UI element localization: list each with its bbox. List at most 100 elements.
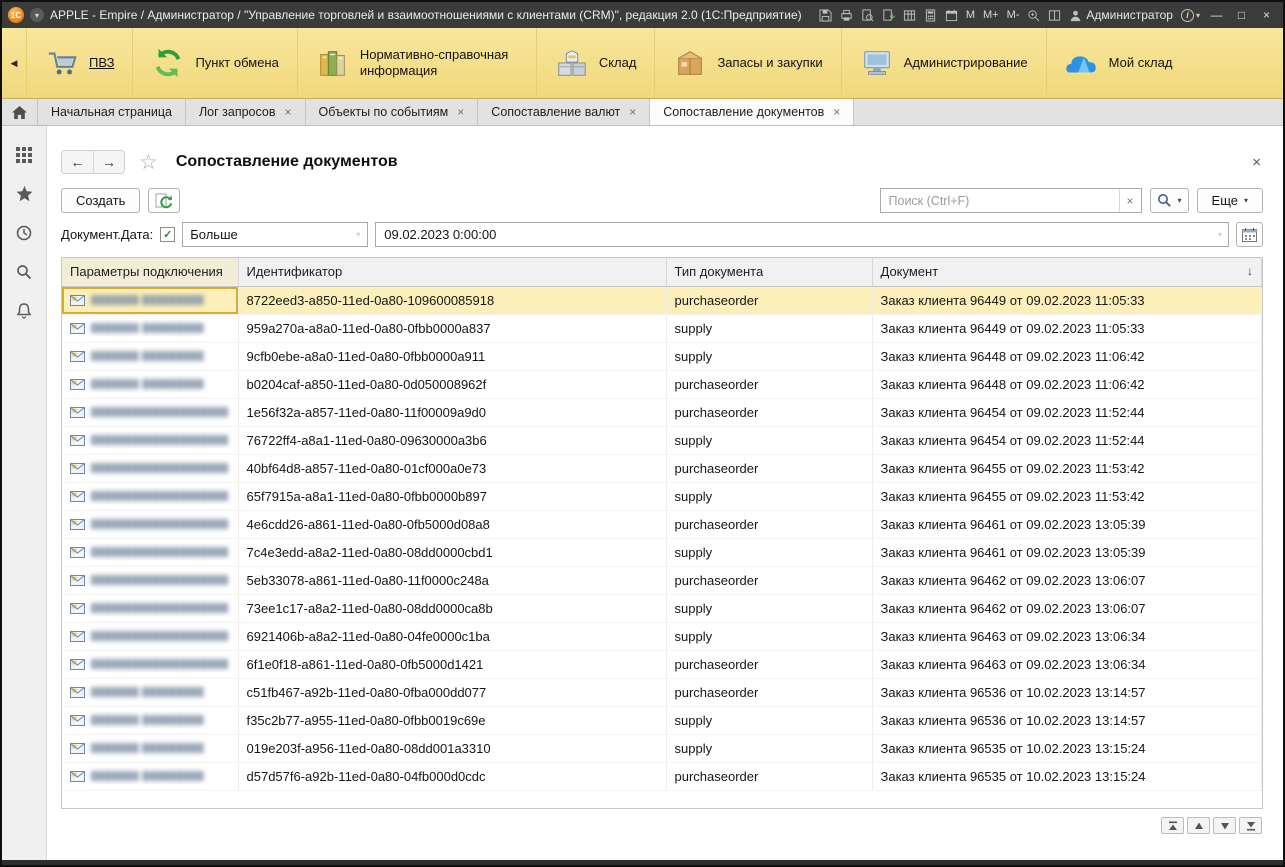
identifier-cell[interactable]: 019e203f-a956-11ed-0a80-08dd001a3310 [238,734,666,762]
tab-close-icon[interactable]: × [457,105,464,119]
identifier-cell[interactable]: 6f1e0f18-a861-11ed-0a80-0fb5000d1421 [238,650,666,678]
doc-type-cell[interactable]: supply [666,706,872,734]
section-reference-info[interactable]: Нормативно-справочная информация [297,28,536,98]
document-cell[interactable]: Заказ клиента 96535 от 10.02.2023 13:15:… [872,762,1262,790]
doc-type-cell[interactable]: purchaseorder [666,370,872,398]
connection-cell[interactable]: ████████████████████ [62,454,238,482]
identifier-cell[interactable]: d57d57f6-a92b-11ed-0a80-04fb000d0cdc [238,762,666,790]
connection-cell[interactable]: ████████████████████ [62,426,238,454]
doc-type-cell[interactable]: purchaseorder [666,678,872,706]
table-row[interactable]: ███████ █████████ 9cfb0ebe-a8a0-11ed-0a8… [62,342,1262,370]
table-row[interactable]: ████████████████████ 5eb33078-a861-11ed-… [62,566,1262,594]
table-row[interactable]: ████████████████████ 6921406b-a8a2-11ed-… [62,622,1262,650]
document-cell[interactable]: Заказ клиента 96455 от 09.02.2023 11:53:… [872,482,1262,510]
section-moysklad[interactable]: Мой склад [1046,28,1191,98]
doc-type-cell[interactable]: supply [666,482,872,510]
document-cell[interactable]: Заказ клиента 96448 от 09.02.2023 11:06:… [872,370,1262,398]
calculator-icon[interactable] [924,9,937,22]
document-cell[interactable]: Заказ клиента 96455 от 09.02.2023 11:53:… [872,454,1262,482]
table-row[interactable]: ███████ █████████ b0204caf-a850-11ed-0a8… [62,370,1262,398]
document-cell[interactable]: Заказ клиента 96448 от 09.02.2023 11:06:… [872,342,1262,370]
back-button[interactable]: ← [62,151,93,173]
document-cell[interactable]: Заказ клиента 96454 от 09.02.2023 11:52:… [872,426,1262,454]
connection-cell[interactable]: ███████ █████████ [62,734,238,762]
connection-cell[interactable]: ███████ █████████ [62,706,238,734]
connection-cell[interactable]: ███████ █████████ [62,762,238,790]
memory-mminus-button[interactable]: M- [1007,9,1020,21]
identifier-cell[interactable]: 76722ff4-a8a1-11ed-0a80-09630000a3b6 [238,426,666,454]
filter-checkbox[interactable]: ✓ [160,227,175,242]
minimize-button[interactable]: — [1208,8,1225,22]
column-header-identifier[interactable]: Идентификатор [238,258,666,286]
window-layout-icon[interactable] [1048,9,1061,22]
scroll-down-button[interactable] [1213,817,1236,834]
section-pvz[interactable]: ПВЗ [26,28,132,98]
date-dropdown-icon[interactable]: ▾ [1212,230,1228,239]
close-button[interactable]: × [1258,8,1275,22]
tab-start-page[interactable]: Начальная страница [38,99,186,125]
history-icon[interactable] [12,222,36,244]
date-field[interactable]: 09.02.2023 0:00:00 ▾ [375,222,1229,247]
connection-cell[interactable]: ███████ █████████ [62,342,238,370]
doc-type-cell[interactable]: purchaseorder [666,762,872,790]
document-cell[interactable]: Заказ клиента 96536 от 10.02.2023 13:14:… [872,706,1262,734]
connection-cell[interactable]: ████████████████████ [62,650,238,678]
doc-type-cell[interactable]: purchaseorder [666,650,872,678]
doc-type-cell[interactable]: purchaseorder [666,510,872,538]
document-cell[interactable]: Заказ клиента 96462 от 09.02.2023 13:06:… [872,566,1262,594]
identifier-cell[interactable]: b0204caf-a850-11ed-0a80-0d050008962f [238,370,666,398]
identifier-cell[interactable]: f35c2b77-a955-11ed-0a80-0fbb0019c69e [238,706,666,734]
table-row[interactable]: ███████ █████████ 019e203f-a956-11ed-0a8… [62,734,1262,762]
save-icon[interactable] [819,9,832,22]
export-icon[interactable] [882,9,895,22]
scroll-top-button[interactable] [1161,817,1184,834]
identifier-cell[interactable]: 1e56f32a-a857-11ed-0a80-11f00009a9d0 [238,398,666,426]
refresh-list-button[interactable] [148,188,180,213]
memory-m-button[interactable]: M [966,9,975,21]
document-cell[interactable]: Заказ клиента 96463 от 09.02.2023 13:06:… [872,650,1262,678]
section-exchange-point[interactable]: Пункт обмена [132,28,296,98]
connection-cell[interactable]: ███████ █████████ [62,370,238,398]
document-cell[interactable]: Заказ клиента 96449 от 09.02.2023 11:05:… [872,314,1262,342]
section-supplies-purchases[interactable]: Запасы и закупки [654,28,840,98]
doc-type-cell[interactable]: purchaseorder [666,398,872,426]
document-cell[interactable]: Заказ клиента 96461 от 09.02.2023 13:05:… [872,538,1262,566]
forward-button[interactable]: → [93,151,124,173]
tab-close-icon[interactable]: × [284,105,291,119]
identifier-cell[interactable]: 9cfb0ebe-a8a0-11ed-0a80-0fbb0000a911 [238,342,666,370]
connection-cell[interactable]: ███████ █████████ [62,286,238,314]
table-row[interactable]: ████████████████████ 7c4e3edd-a8a2-11ed-… [62,538,1262,566]
document-cell[interactable]: Заказ клиента 96449 от 09.02.2023 11:05:… [872,286,1262,314]
home-tab[interactable] [2,99,38,125]
document-cell[interactable]: Заказ клиента 96535 от 10.02.2023 13:15:… [872,734,1262,762]
search-icon[interactable] [12,261,36,283]
table-row[interactable]: ████████████████████ 76722ff4-a8a1-11ed-… [62,426,1262,454]
tab-close-icon[interactable]: × [629,105,636,119]
favorites-icon[interactable] [12,183,36,205]
condition-combo[interactable]: Больше ▾ [182,222,368,247]
column-header-connection[interactable]: Параметры подключения [62,258,238,286]
table-row[interactable]: ███████ █████████ 959a270a-a8a0-11ed-0a8… [62,314,1262,342]
doc-type-cell[interactable]: supply [666,342,872,370]
tab-document-matching[interactable]: Сопоставление документов × [650,99,854,125]
identifier-cell[interactable]: 959a270a-a8a0-11ed-0a80-0fbb0000a837 [238,314,666,342]
connection-cell[interactable]: ████████████████████ [62,510,238,538]
doc-type-cell[interactable]: supply [666,426,872,454]
connection-cell[interactable]: ████████████████████ [62,482,238,510]
connection-cell[interactable]: ████████████████████ [62,398,238,426]
table-row[interactable]: ████████████████████ 65f7915a-a8a1-11ed-… [62,482,1262,510]
search-button[interactable]: ▾ [1150,188,1189,213]
calendar-button[interactable] [1236,222,1263,247]
table-settings-icon[interactable] [903,9,916,22]
connection-cell[interactable]: ████████████████████ [62,566,238,594]
document-cell[interactable]: Заказ клиента 96461 от 09.02.2023 13:05:… [872,510,1262,538]
connection-cell[interactable]: ███████ █████████ [62,678,238,706]
notifications-icon[interactable] [12,300,36,322]
connection-cell[interactable]: ███████ █████████ [62,314,238,342]
identifier-cell[interactable]: 65f7915a-a8a1-11ed-0a80-0fbb0000b897 [238,482,666,510]
zoom-icon[interactable] [1027,9,1040,22]
identifier-cell[interactable]: 4e6cdd26-a861-11ed-0a80-0fb5000d08a8 [238,510,666,538]
doc-type-cell[interactable]: purchaseorder [666,454,872,482]
identifier-cell[interactable]: 73ee1c17-a8a2-11ed-0a80-08dd0000ca8b [238,594,666,622]
doc-type-cell[interactable]: supply [666,538,872,566]
